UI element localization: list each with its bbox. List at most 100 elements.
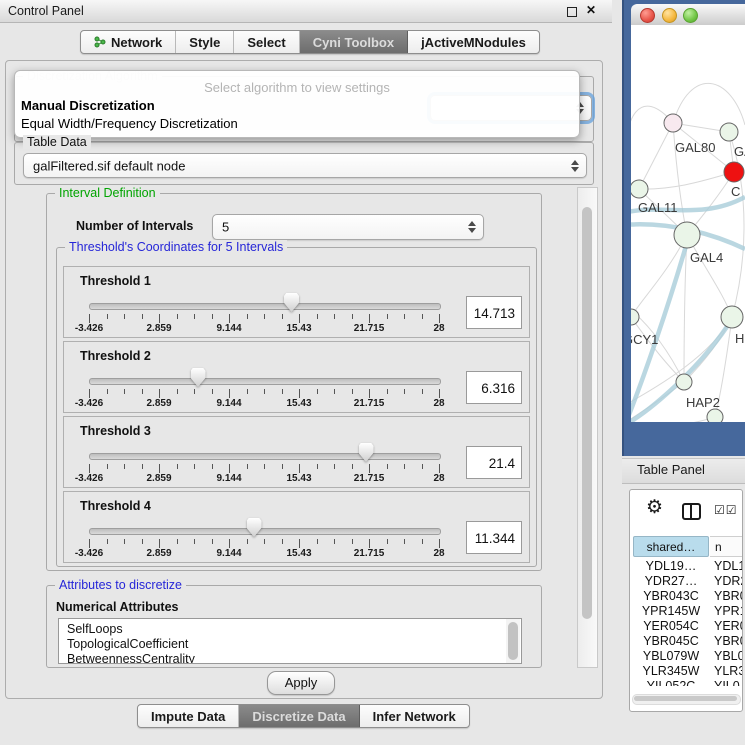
table-row[interactable]: YBR043C YBR0	[633, 589, 742, 604]
table-row[interactable]: YBL079W YBL0	[633, 649, 742, 664]
table-cell[interactable]: YPR145W	[633, 604, 709, 619]
network-canvas[interactable]: GAL80GACGAL11GAL4GCY1HHAP2	[631, 25, 745, 422]
threshold-label: Threshold 4	[80, 499, 151, 513]
tab-impute-data[interactable]: Impute Data	[138, 705, 239, 727]
tick-mark	[159, 539, 160, 548]
table-data-group-title: Table Data	[23, 135, 91, 149]
tick-mark	[334, 314, 335, 319]
close-window-icon[interactable]	[640, 8, 655, 23]
minimize-window-icon[interactable]	[662, 8, 677, 23]
scrollbar-thumb[interactable]	[582, 207, 592, 619]
tick-mark	[264, 314, 265, 319]
network-node[interactable]	[631, 309, 639, 325]
tab-select[interactable]: Select	[234, 31, 299, 53]
table-cell[interactable]: YDL1	[714, 559, 742, 574]
table-cell[interactable]: YDL19…	[633, 559, 709, 574]
scrollbar-thumb[interactable]	[508, 622, 518, 660]
column-header-shared-name[interactable]: shared…	[633, 536, 709, 557]
slider-thumb[interactable]	[359, 443, 374, 462]
table-cell[interactable]: YIL0	[714, 679, 740, 686]
table-cell[interactable]: YIL052C	[633, 679, 709, 686]
tick-label: 28	[433, 548, 444, 559]
select-all-checkboxes-icon[interactable]: ☑☑	[714, 503, 738, 517]
table-cell[interactable]: YBR0	[714, 634, 742, 649]
network-node[interactable]	[631, 180, 648, 198]
tab-infer-network[interactable]: Infer Network	[360, 705, 469, 727]
panel-vertical-scrollbar[interactable]	[577, 187, 598, 668]
table-cell[interactable]: YBL079W	[633, 649, 709, 664]
table-cell[interactable]: YLR3	[714, 664, 742, 679]
table-row[interactable]: YPR145W YPR1	[633, 604, 742, 619]
tab-jactivemnodules[interactable]: jActiveMNodules	[408, 31, 539, 53]
network-node[interactable]	[674, 222, 700, 248]
table-cell[interactable]: YDR2	[714, 574, 742, 589]
gear-icon[interactable]: ⚙	[646, 496, 663, 519]
table-row[interactable]: YBR045C YBR0	[633, 634, 742, 649]
close-icon[interactable]: ✕	[586, 3, 596, 17]
table-cell[interactable]: YDR27…	[633, 574, 709, 589]
table-cell[interactable]: YBL0	[714, 649, 742, 664]
table-cell[interactable]: YPR1	[714, 604, 742, 619]
table-panel-title: Table Panel	[637, 462, 705, 477]
dropdown-item-equal-width-frequency[interactable]: Equal Width/Frequency Discretization	[21, 116, 238, 131]
table-cell[interactable]: YER054C	[633, 619, 709, 634]
network-node[interactable]	[720, 123, 738, 141]
tick-mark	[422, 539, 423, 544]
table-cell[interactable]: YBR043C	[633, 589, 709, 604]
network-node[interactable]	[707, 409, 723, 422]
threshold-row: Threshold 4 -3.4262.8599.14415.4321.7152…	[63, 491, 530, 563]
table-cell[interactable]: YBR045C	[633, 634, 709, 649]
tick-mark	[142, 464, 143, 469]
table-row[interactable]: YLR345W YLR3	[633, 664, 742, 679]
tick-mark	[334, 389, 335, 394]
apply-button[interactable]: Apply	[267, 671, 335, 695]
slider-thumb[interactable]	[247, 518, 262, 537]
scrollbar-thumb[interactable]	[634, 696, 737, 701]
float-window-icon[interactable]	[567, 7, 577, 17]
table-cell[interactable]: YLR345W	[633, 664, 709, 679]
list-item[interactable]: SelfLoops	[59, 622, 521, 637]
threshold-value-field[interactable]: 11.344	[466, 521, 522, 554]
table-row[interactable]: YDR27… YDR2	[633, 574, 742, 589]
tick-label: 21.715	[354, 548, 385, 559]
tab-discretize-data[interactable]: Discretize Data	[239, 705, 359, 727]
tab-style[interactable]: Style	[176, 31, 234, 53]
slider-track[interactable]	[89, 378, 441, 385]
list-item[interactable]: TopologicalCoefficient	[59, 637, 521, 652]
dropdown-item-manual-discretization[interactable]: Manual Discretization	[21, 98, 155, 113]
table-horizontal-scrollbar[interactable]	[632, 694, 741, 705]
network-window-titlebar[interactable]	[631, 4, 745, 26]
tick-mark	[247, 539, 248, 544]
numerical-attributes-list[interactable]: SelfLoops TopologicalCoefficient Between…	[58, 618, 522, 664]
split-columns-icon[interactable]	[682, 503, 701, 520]
tick-label: 21.715	[354, 473, 385, 484]
maximize-window-icon[interactable]	[683, 8, 698, 23]
slider-track[interactable]	[89, 528, 441, 535]
network-node[interactable]	[664, 114, 682, 132]
network-node[interactable]	[721, 306, 743, 328]
threshold-value-field[interactable]: 21.4	[466, 446, 522, 479]
table-row[interactable]: YIL052C YIL0	[633, 679, 742, 686]
tab-network[interactable]: Network	[81, 31, 176, 53]
slider-track[interactable]	[89, 303, 441, 310]
list-item[interactable]: BetweennessCentrality	[59, 652, 521, 664]
slider-thumb[interactable]	[191, 368, 206, 387]
number-of-intervals-combobox[interactable]: 5	[212, 214, 484, 240]
table-row[interactable]: YER054C YER0	[633, 619, 742, 634]
tick-label: 28	[433, 398, 444, 409]
threshold-value-field[interactable]: 14.713	[466, 296, 522, 329]
slider-thumb[interactable]	[284, 293, 299, 312]
table-data-combobox[interactable]: galFiltered.sif default node	[23, 153, 587, 178]
column-header-name[interactable]: n	[710, 536, 742, 557]
threshold-value-field[interactable]: 6.316	[466, 371, 522, 404]
list-scrollbar[interactable]	[506, 619, 520, 663]
tab-cyni-toolbox[interactable]: Cyni Toolbox	[300, 31, 408, 53]
number-of-intervals-label: Number of Intervals	[76, 219, 193, 233]
table-cell[interactable]: YBR0	[714, 589, 742, 604]
slider-track[interactable]	[89, 453, 441, 460]
table-cell[interactable]: YER0	[714, 619, 742, 634]
network-node[interactable]	[724, 162, 744, 182]
tick-mark	[159, 389, 160, 398]
table-row[interactable]: YDL19… YDL1	[633, 559, 742, 574]
network-node[interactable]	[676, 374, 692, 390]
